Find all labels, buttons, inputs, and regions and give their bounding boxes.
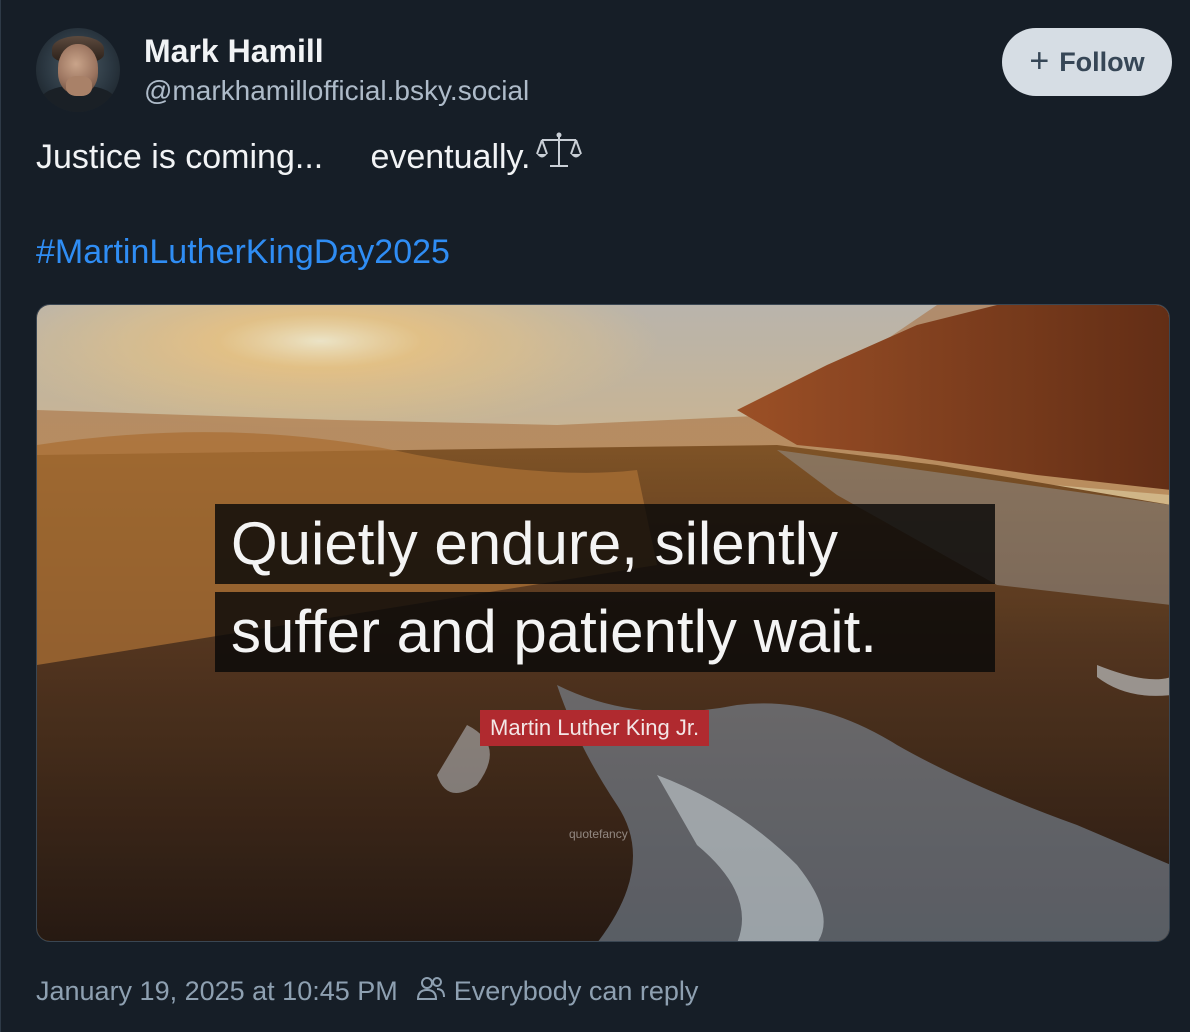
quote-attribution: Martin Luther King Jr.	[480, 710, 710, 746]
post-text-part2: eventually.	[370, 138, 531, 176]
balance-scale-icon	[536, 131, 583, 180]
follow-button[interactable]: + Follow	[1002, 28, 1172, 96]
author-handle[interactable]: @markhamillofficial.bsky.social	[144, 75, 529, 107]
people-icon	[416, 974, 446, 1009]
reply-setting-label: Everybody can reply	[453, 976, 699, 1006]
quote-line-2: suffer and patiently wait.	[215, 592, 995, 672]
post-timestamp[interactable]: January 19, 2025 at 10:45 PM	[36, 976, 398, 1007]
post-text: Justice is coming... eventually.	[36, 132, 583, 180]
author-display-name[interactable]: Mark Hamill	[144, 33, 324, 70]
avatar[interactable]	[36, 28, 120, 112]
follow-button-label: Follow	[1059, 46, 1145, 77]
hashtag-link[interactable]: #MartinLutherKingDay2025	[36, 233, 450, 272]
post-text-part1: Justice is coming...	[36, 138, 324, 176]
quote-line-1: Quietly endure, silently	[215, 504, 995, 584]
post-card: Mark Hamill @markhamillofficial.bsky.soc…	[0, 0, 1190, 1032]
reply-setting[interactable]: Everybody can reply	[416, 974, 699, 1009]
image-watermark: quotefancy	[569, 827, 628, 841]
embedded-quote-image[interactable]: Quietly endure, silently suffer and pati…	[36, 304, 1170, 942]
plus-icon: +	[1029, 41, 1050, 80]
post-footer: January 19, 2025 at 10:45 PM Everybody c…	[36, 974, 698, 1009]
